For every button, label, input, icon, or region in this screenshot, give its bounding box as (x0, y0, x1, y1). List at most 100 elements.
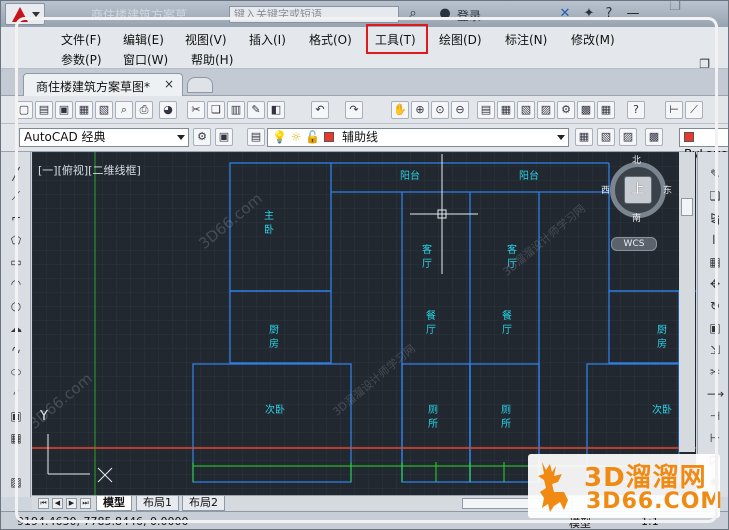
paste-icon[interactable]: ▥ (227, 101, 245, 119)
new-file-icon[interactable]: ▢ (15, 101, 33, 119)
menu-file[interactable]: 文件(F) (61, 31, 101, 48)
preview-icon[interactable]: ⌕ (115, 101, 133, 119)
sheet-icon[interactable]: ▧ (95, 101, 113, 119)
linear-dimension-icon[interactable]: ⊢ (665, 101, 683, 119)
last-layout-arrow-icon[interactable]: ⏭ (80, 498, 91, 509)
help-icon[interactable]: ? (627, 101, 645, 119)
wcs-menu-button[interactable]: WCS (611, 237, 657, 251)
rotate-icon[interactable]: ↻ (707, 298, 723, 314)
calculator-icon[interactable]: ▦ (597, 101, 615, 119)
menu-edit[interactable]: 编辑(E) (123, 31, 164, 48)
layer-select[interactable]: 💡 ☼ 🔓 辅助线 (267, 128, 569, 147)
cut-icon[interactable]: ✂ (187, 101, 205, 119)
first-layout-arrow-icon[interactable]: ⏮ (38, 498, 49, 509)
circle-icon[interactable]: ○ (8, 298, 24, 314)
viewcube[interactable]: 上 北 南 东 西 (601, 156, 672, 224)
viewport-controls-label[interactable]: [一][俯视][二维线框] (38, 162, 141, 178)
move-icon[interactable]: ✥ (707, 276, 723, 292)
login-link[interactable]: 登录 (457, 7, 481, 24)
make-block-icon[interactable]: ▦ (8, 430, 24, 446)
break-icon[interactable]: ⊣ (707, 408, 723, 424)
offset-icon[interactable]: ⫴ (707, 232, 723, 248)
tab-layout1[interactable]: 布局1 (136, 496, 179, 511)
mirror-icon[interactable]: ⧎ (707, 210, 723, 226)
prev-layout-arrow-icon[interactable]: ◀ (52, 498, 63, 509)
close-icon[interactable]: × (164, 77, 174, 91)
menu-format[interactable]: 格式(O) (309, 31, 352, 48)
search-input[interactable]: 键入关键字或短语 (229, 6, 399, 23)
menu-draw[interactable]: 绘图(D) (439, 31, 482, 48)
open-file-icon[interactable]: ▤ (35, 101, 53, 119)
insert-block-icon[interactable]: ▣ (8, 408, 24, 424)
hatch-icon[interactable]: ▨ (8, 474, 24, 490)
plot-icon[interactable]: ⎙ (135, 101, 153, 119)
compass-north[interactable]: 北 (632, 153, 641, 166)
menu-view[interactable]: 视图(V) (185, 31, 227, 48)
join-icon[interactable]: ⊢ (707, 430, 723, 446)
help-icon[interactable]: ? (601, 6, 617, 22)
exchange-icon[interactable]: ✕ (557, 6, 573, 22)
undo-icon[interactable]: ↶ (311, 101, 329, 119)
point-icon[interactable]: · (8, 452, 24, 468)
layer-isolate-icon[interactable]: ▩ (645, 128, 663, 146)
layer-states-icon[interactable]: ▨ (619, 128, 637, 146)
application-menu-button[interactable] (5, 3, 45, 25)
redo-icon[interactable]: ↷ (345, 101, 363, 119)
compass-west[interactable]: 西 (601, 183, 610, 196)
new-tab-button[interactable] (187, 77, 213, 93)
sheet-set-icon[interactable]: ▨ (537, 101, 555, 119)
rectangle-icon[interactable]: ▭ (8, 254, 24, 270)
workspace-settings-icon[interactable]: ⚙ (193, 128, 211, 146)
markup-icon[interactable]: ⚙ (557, 101, 575, 119)
polygon-icon[interactable]: ⬠ (8, 232, 24, 248)
aligned-dimension-icon[interactable]: ⟋ (685, 101, 703, 119)
revision-cloud-icon[interactable]: ☁ (8, 320, 24, 336)
erase-icon[interactable]: ✎ (707, 166, 723, 182)
drawing-canvas[interactable]: [一][俯视][二维线框] 主 卧 阳台 阳台 客 厅 客 厅 厨 房 餐 厅 … (32, 152, 696, 495)
menu-help[interactable]: 帮助(H) (191, 51, 233, 68)
compass-south[interactable]: 南 (632, 211, 641, 224)
block-editor-icon[interactable]: ◧ (267, 101, 285, 119)
network-icon[interactable]: ✦ (581, 6, 597, 22)
menu-modify[interactable]: 修改(M) (571, 31, 615, 48)
arc-icon[interactable]: ◠ (8, 276, 24, 292)
zoom-window-icon[interactable]: ⊙ (431, 101, 449, 119)
workspace-icon[interactable]: ▣ (215, 128, 233, 146)
extend-icon[interactable]: ⟶ (707, 386, 724, 402)
workspace-select[interactable]: AutoCAD 经典 (19, 128, 189, 147)
ellipse-arc-icon[interactable]: ◜ (8, 386, 24, 402)
array-icon[interactable]: ▦ (707, 254, 723, 270)
polyline-icon[interactable]: ⌐ (8, 210, 24, 226)
copy-icon[interactable]: ❏ (207, 101, 225, 119)
menu-parametric[interactable]: 参数(P) (61, 51, 102, 68)
compass-east[interactable]: 东 (663, 183, 672, 196)
restore-button[interactable]: ❐ (665, 1, 685, 16)
minimize-button[interactable]: — (623, 5, 643, 23)
vertical-scrollbar-thumb[interactable] (681, 198, 693, 216)
match-properties-icon[interactable]: ✎ (247, 101, 265, 119)
search-icon[interactable]: ⌕ (405, 6, 421, 22)
viewcube-top-face[interactable]: 上 (624, 176, 652, 204)
spline-icon[interactable]: ∿ (8, 342, 24, 358)
menu-insert[interactable]: 插入(I) (249, 31, 286, 48)
quickcalc-icon[interactable]: ▩ (577, 101, 595, 119)
tab-model[interactable]: 模型 (96, 496, 132, 511)
save-icon[interactable]: ▣ (55, 101, 73, 119)
vertical-scrollbar[interactable] (679, 152, 695, 452)
publish-icon[interactable]: ◕ (159, 101, 177, 119)
tab-layout2[interactable]: 布局2 (182, 496, 225, 511)
next-layout-arrow-icon[interactable]: ▶ (66, 498, 77, 509)
pan-icon[interactable]: ✋ (391, 101, 409, 119)
user-icon[interactable]: ● (437, 6, 453, 22)
properties-icon[interactable]: ▤ (477, 101, 495, 119)
zoom-realtime-icon[interactable]: ⊕ (411, 101, 429, 119)
zoom-previous-icon[interactable]: ⊖ (451, 101, 469, 119)
scale-icon[interactable]: ▣ (707, 320, 723, 336)
layer-previous-icon[interactable]: ▧ (597, 128, 615, 146)
save-as-icon[interactable]: ▦ (75, 101, 93, 119)
construction-line-icon[interactable]: ⟋ (8, 188, 24, 204)
color-select[interactable]: ByLayer (679, 128, 728, 161)
design-center-icon[interactable]: ▦ (497, 101, 515, 119)
line-icon[interactable]: ╱ (8, 166, 24, 182)
stretch-icon[interactable]: ⇲ (707, 342, 723, 358)
